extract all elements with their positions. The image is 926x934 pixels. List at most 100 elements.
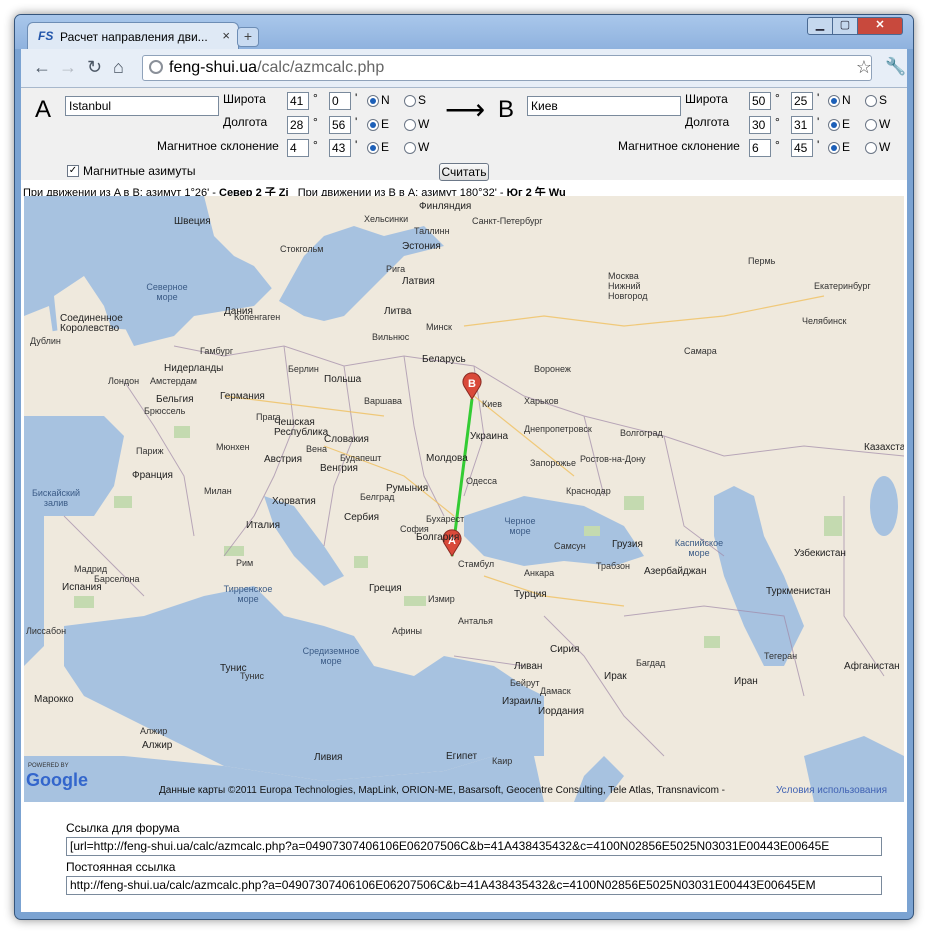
- point-b-lat-min[interactable]: [791, 92, 813, 110]
- city-label: Белград: [360, 492, 395, 502]
- map-label: Греция: [369, 583, 402, 594]
- point-b-decl-e-radio[interactable]: [828, 142, 840, 154]
- map-label: Соединенное Королевство: [60, 313, 123, 334]
- minimize-button[interactable]: ▁: [807, 17, 833, 35]
- point-a-lat-n-radio[interactable]: [367, 95, 379, 107]
- city-label: Барселона: [94, 574, 140, 584]
- google-logo[interactable]: Google: [26, 770, 88, 791]
- point-a-lon-min[interactable]: [329, 116, 351, 134]
- city-label: Прага: [256, 412, 281, 422]
- close-window-button[interactable]: ✕: [857, 17, 903, 35]
- map-label: Ирак: [604, 671, 627, 682]
- magnetic-checkbox[interactable]: ✓: [67, 165, 79, 177]
- city-label: Таллинн: [414, 226, 450, 236]
- point-b-letter: B: [498, 96, 515, 123]
- map-label: Ливан: [514, 661, 543, 672]
- map-label: Словакия: [324, 434, 369, 445]
- point-a-lon-deg[interactable]: [287, 116, 309, 134]
- bookmark-star-icon[interactable]: ☆: [856, 57, 872, 78]
- sea-label: Северное море: [146, 282, 188, 302]
- city-label: София: [400, 524, 429, 534]
- point-b-decl-w-radio[interactable]: [865, 142, 877, 154]
- point-a-lon-w-radio[interactable]: [404, 119, 416, 131]
- terms-link[interactable]: Условия использования: [776, 785, 887, 796]
- address-bar[interactable]: feng-shui.ua/calc/azmcalc.php ☆: [142, 55, 872, 81]
- calculate-button[interactable]: Считать: [439, 163, 489, 181]
- point-a-decl-w-radio[interactable]: [404, 142, 416, 154]
- city-label: Каир: [492, 756, 513, 766]
- point-b-lon-deg[interactable]: [749, 116, 771, 134]
- wrench-icon[interactable]: 🔧: [885, 57, 906, 77]
- min-symbol: ': [355, 115, 358, 129]
- deg-symbol: °: [775, 138, 780, 152]
- browser-tab[interactable]: FS Расчет направления дви... ×: [27, 22, 239, 50]
- city-label: Воронеж: [534, 364, 571, 374]
- city-label: Запорожье: [530, 458, 576, 468]
- city-label: Минск: [426, 322, 452, 332]
- map-label: Турция: [514, 589, 547, 600]
- sea-label: Средиземное море: [302, 646, 360, 666]
- point-b-lat-deg[interactable]: [749, 92, 771, 110]
- radio-label: S: [879, 93, 888, 107]
- city-label: Ростов-на-Дону: [580, 454, 646, 464]
- back-arrow-icon[interactable]: ←: [33, 57, 51, 78]
- sea-label: Тирренское море: [223, 584, 273, 604]
- deg-symbol: °: [775, 91, 780, 105]
- point-b-lat-s-radio[interactable]: [865, 95, 877, 107]
- city-label: Вена: [306, 444, 327, 454]
- city-label: Днепропетровск: [524, 424, 592, 434]
- map-label: Швеция: [174, 216, 211, 227]
- powered-by-text: POWERED BY: [28, 763, 69, 769]
- city-label: Брюссель: [144, 406, 186, 416]
- home-icon[interactable]: ⌂: [113, 57, 124, 78]
- point-a-decl-min[interactable]: [329, 139, 351, 157]
- map-label: Польша: [324, 374, 362, 385]
- point-a-lat-min[interactable]: [329, 92, 351, 110]
- map-label: Австрия: [264, 454, 303, 465]
- city-label: Варшава: [364, 396, 402, 406]
- map-label: Хорватия: [272, 496, 316, 507]
- point-b-lat-n-radio[interactable]: [828, 95, 840, 107]
- point-a-decl-deg[interactable]: [287, 139, 309, 157]
- map-view[interactable]: B A Швеция Финляндия Эстония Латвия Литв…: [24, 196, 904, 802]
- city-label: Гамбург: [200, 346, 234, 356]
- reload-icon[interactable]: ↻: [87, 57, 102, 78]
- point-b-lon-w-radio[interactable]: [865, 119, 877, 131]
- forum-link-field[interactable]: [url=http://feng-shui.ua/calc/azmcalc.ph…: [66, 837, 882, 856]
- point-a-lat-s-radio[interactable]: [404, 95, 416, 107]
- url-text: feng-shui.ua/calc/azmcalc.php: [169, 59, 385, 76]
- tab-close-icon[interactable]: ×: [222, 28, 230, 43]
- point-b-decl-label: Магнитное склонение: [618, 139, 740, 153]
- point-a-city-input[interactable]: [65, 96, 219, 116]
- marker-b-icon[interactable]: B: [462, 372, 482, 400]
- point-a-decl-e-radio[interactable]: [367, 142, 379, 154]
- map-label: Израиль: [502, 696, 542, 707]
- map-label: Узбекистан: [794, 548, 846, 559]
- map-label: Венгрия: [320, 463, 358, 474]
- point-a-lon-e-radio[interactable]: [367, 119, 379, 131]
- min-symbol: ': [355, 91, 358, 105]
- point-b-lon-min[interactable]: [791, 116, 813, 134]
- point-b-decl-deg[interactable]: [749, 139, 771, 157]
- city-label: Лиссабон: [26, 626, 67, 636]
- map-label: Франция: [132, 470, 173, 481]
- point-b-lat-label: Широта: [685, 92, 728, 106]
- point-a-lon-label: Долгота: [223, 115, 268, 129]
- point-a-lat-deg[interactable]: [287, 92, 309, 110]
- point-b-city-input[interactable]: [527, 96, 681, 116]
- new-tab-button[interactable]: +: [237, 27, 259, 47]
- city-label: Самара: [684, 346, 717, 356]
- tab-title: Расчет направления дви...: [60, 30, 208, 44]
- page-content: A Широта Долгота Магнитное склонение ° '…: [21, 88, 907, 912]
- map-label: Ливия: [314, 752, 343, 763]
- point-b-decl-min[interactable]: [791, 139, 813, 157]
- radio-label: W: [418, 140, 430, 154]
- city-label: Багдад: [636, 658, 666, 668]
- city-label: Рим: [236, 558, 254, 568]
- radio-label: W: [418, 117, 430, 131]
- maximize-button[interactable]: ▢: [832, 17, 858, 35]
- permalink-field[interactable]: http://feng-shui.ua/calc/azmcalc.php?a=0…: [66, 876, 882, 895]
- city-label: Хельсинки: [364, 214, 409, 224]
- forward-arrow-icon[interactable]: →: [59, 57, 77, 78]
- point-b-lon-e-radio[interactable]: [828, 119, 840, 131]
